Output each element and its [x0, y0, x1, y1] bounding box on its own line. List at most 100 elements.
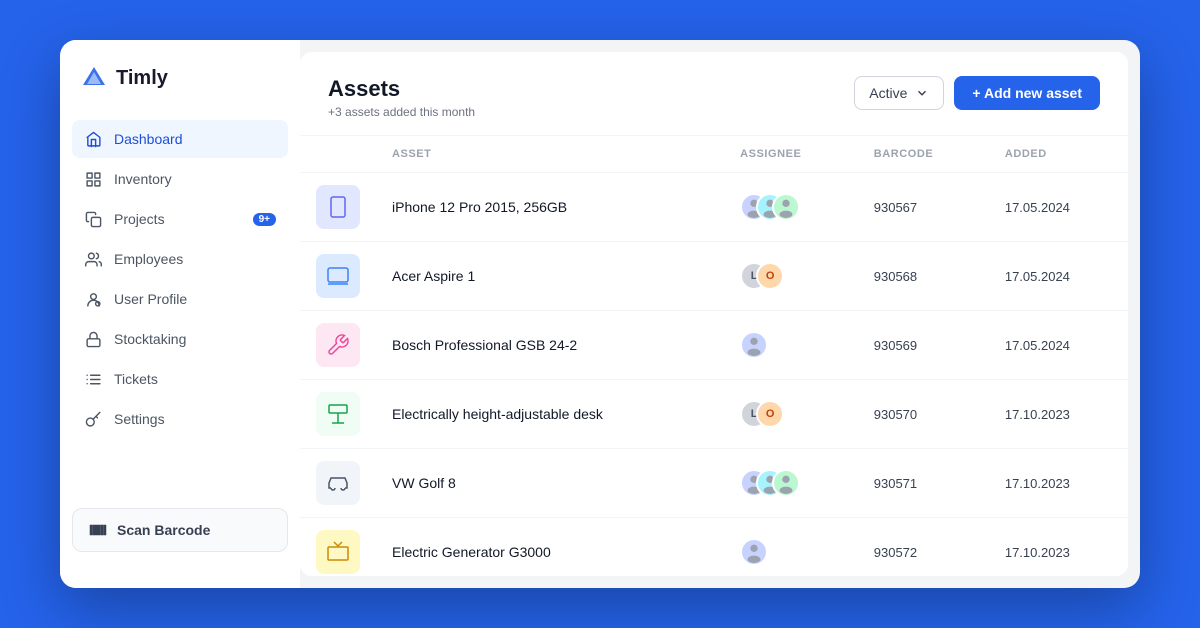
- sidebar-item-label: Settings: [114, 411, 165, 427]
- assignee-avatars: [740, 469, 842, 497]
- sidebar-item-stocktaking[interactable]: Stocktaking: [72, 320, 288, 358]
- avatar: O: [756, 400, 784, 428]
- asset-thumb-cell: [300, 518, 376, 577]
- sidebar-item-inventory[interactable]: Inventory: [72, 160, 288, 198]
- asset-name: Electric Generator G3000: [392, 544, 551, 560]
- sidebar-item-projects[interactable]: Projects 9+: [72, 200, 288, 238]
- copy-icon: [84, 210, 102, 228]
- added-date: 17.05.2024: [1005, 269, 1070, 284]
- added-date: 17.10.2023: [1005, 407, 1070, 422]
- asset-thumbnail: [316, 461, 360, 505]
- table-row[interactable]: Electric Generator G3000 930572 17.10.202…: [300, 518, 1128, 577]
- logo-icon: [80, 64, 108, 92]
- table-row[interactable]: VW Golf 8 930571 17.10.2023: [300, 449, 1128, 518]
- asset-name-cell: VW Golf 8: [376, 449, 724, 518]
- header-actions: Active + Add new asset: [854, 76, 1100, 110]
- asset-thumbnail: [316, 185, 360, 229]
- assignee-cell: [724, 518, 858, 577]
- table-row[interactable]: iPhone 12 Pro 2015, 256GB 930567 17.05.20…: [300, 173, 1128, 242]
- barcode-cell: 930568: [858, 242, 989, 311]
- key-icon: [84, 410, 102, 428]
- added-date: 17.05.2024: [1005, 200, 1070, 215]
- filter-dropdown[interactable]: Active: [854, 76, 944, 110]
- barcode-value: 930571: [874, 476, 917, 491]
- add-new-asset-button[interactable]: + Add new asset: [954, 76, 1100, 110]
- list-icon: [84, 370, 102, 388]
- sidebar-item-label: Stocktaking: [114, 331, 186, 347]
- avatar: [740, 331, 768, 359]
- sidebar-item-user-profile[interactable]: User Profile: [72, 280, 288, 318]
- asset-name-cell: iPhone 12 Pro 2015, 256GB: [376, 173, 724, 242]
- nav-list: Dashboard Inventory: [60, 120, 300, 496]
- avatar: O: [756, 262, 784, 290]
- asset-thumb-cell: [300, 449, 376, 518]
- added-date-cell: 17.05.2024: [989, 311, 1128, 380]
- assignee-avatars: LO: [740, 400, 842, 428]
- asset-name: Electrically height-adjustable desk: [392, 406, 603, 422]
- asset-name: Acer Aspire 1: [392, 268, 475, 284]
- user-circle-icon: [84, 290, 102, 308]
- asset-thumbnail: [316, 392, 360, 436]
- chevron-down-icon: [915, 86, 929, 100]
- logo-area: Timly: [60, 64, 300, 120]
- asset-name-cell: Acer Aspire 1: [376, 242, 724, 311]
- asset-thumb-cell: [300, 380, 376, 449]
- sidebar-item-label: Inventory: [114, 171, 172, 187]
- assets-table: ASSET ASSIGNEE BARCODE ADDED iPhone 12 P…: [300, 136, 1128, 576]
- barcode-value: 930569: [874, 338, 917, 353]
- added-date-cell: 17.05.2024: [989, 242, 1128, 311]
- sidebar-item-tickets[interactable]: Tickets: [72, 360, 288, 398]
- added-date-cell: 17.10.2023: [989, 518, 1128, 577]
- filter-label: Active: [869, 85, 907, 101]
- sidebar-item-employees[interactable]: Employees: [72, 240, 288, 278]
- avatar-face-icon: [775, 472, 797, 494]
- added-date-cell: 17.10.2023: [989, 380, 1128, 449]
- asset-thumb-cell: [300, 242, 376, 311]
- col-barcode: BARCODE: [858, 136, 989, 173]
- content-header: Assets +3 assets added this month Active…: [300, 52, 1128, 136]
- assignee-avatars: [740, 331, 842, 359]
- main-content: Assets +3 assets added this month Active…: [300, 52, 1128, 576]
- lock-icon: [84, 330, 102, 348]
- sidebar-item-label: Projects: [114, 211, 165, 227]
- sidebar-item-label: Dashboard: [114, 131, 183, 147]
- page-title: Assets: [328, 76, 475, 102]
- table-row[interactable]: Electrically height-adjustable deskLO930…: [300, 380, 1128, 449]
- barcode-cell: 930569: [858, 311, 989, 380]
- asset-thumb-cell: [300, 311, 376, 380]
- sidebar-item-dashboard[interactable]: Dashboard: [72, 120, 288, 158]
- assignee-cell: LO: [724, 380, 858, 449]
- table-row[interactable]: Bosch Professional GSB 24-2 930569 17.05.…: [300, 311, 1128, 380]
- projects-badge: 9+: [253, 213, 276, 226]
- avatar: [772, 469, 800, 497]
- asset-name: Bosch Professional GSB 24-2: [392, 337, 577, 353]
- asset-thumb-cell: [300, 173, 376, 242]
- avatar: [772, 193, 800, 221]
- added-date: 17.10.2023: [1005, 476, 1070, 491]
- table-row[interactable]: Acer Aspire 1 LO 930568 17.05.2024: [300, 242, 1128, 311]
- barcode-cell: 930572: [858, 518, 989, 577]
- asset-thumbnail: [316, 530, 360, 574]
- barcode-cell: 930567: [858, 173, 989, 242]
- scan-barcode-button[interactable]: Scan Barcode: [72, 508, 288, 552]
- scan-barcode-label: Scan Barcode: [117, 522, 210, 538]
- sidebar: Timly Dashboard: [60, 40, 300, 588]
- assignee-avatars: [740, 538, 842, 566]
- avatar: [740, 538, 768, 566]
- asset-name-cell: Electrically height-adjustable desk: [376, 380, 724, 449]
- sidebar-item-label: User Profile: [114, 291, 187, 307]
- sidebar-item-settings[interactable]: Settings: [72, 400, 288, 438]
- added-date: 17.05.2024: [1005, 338, 1070, 353]
- avatar-face-icon: [743, 334, 765, 356]
- asset-name: iPhone 12 Pro 2015, 256GB: [392, 199, 567, 215]
- barcode-value: 930572: [874, 545, 917, 560]
- assignee-cell: LO: [724, 242, 858, 311]
- assignee-avatars: [740, 193, 842, 221]
- assignee-cell: [724, 173, 858, 242]
- added-date-cell: 17.10.2023: [989, 449, 1128, 518]
- added-date: 17.10.2023: [1005, 545, 1070, 560]
- asset-thumbnail: [316, 254, 360, 298]
- barcode-value: 930568: [874, 269, 917, 284]
- col-assignee: ASSIGNEE: [724, 136, 858, 173]
- home-icon: [84, 130, 102, 148]
